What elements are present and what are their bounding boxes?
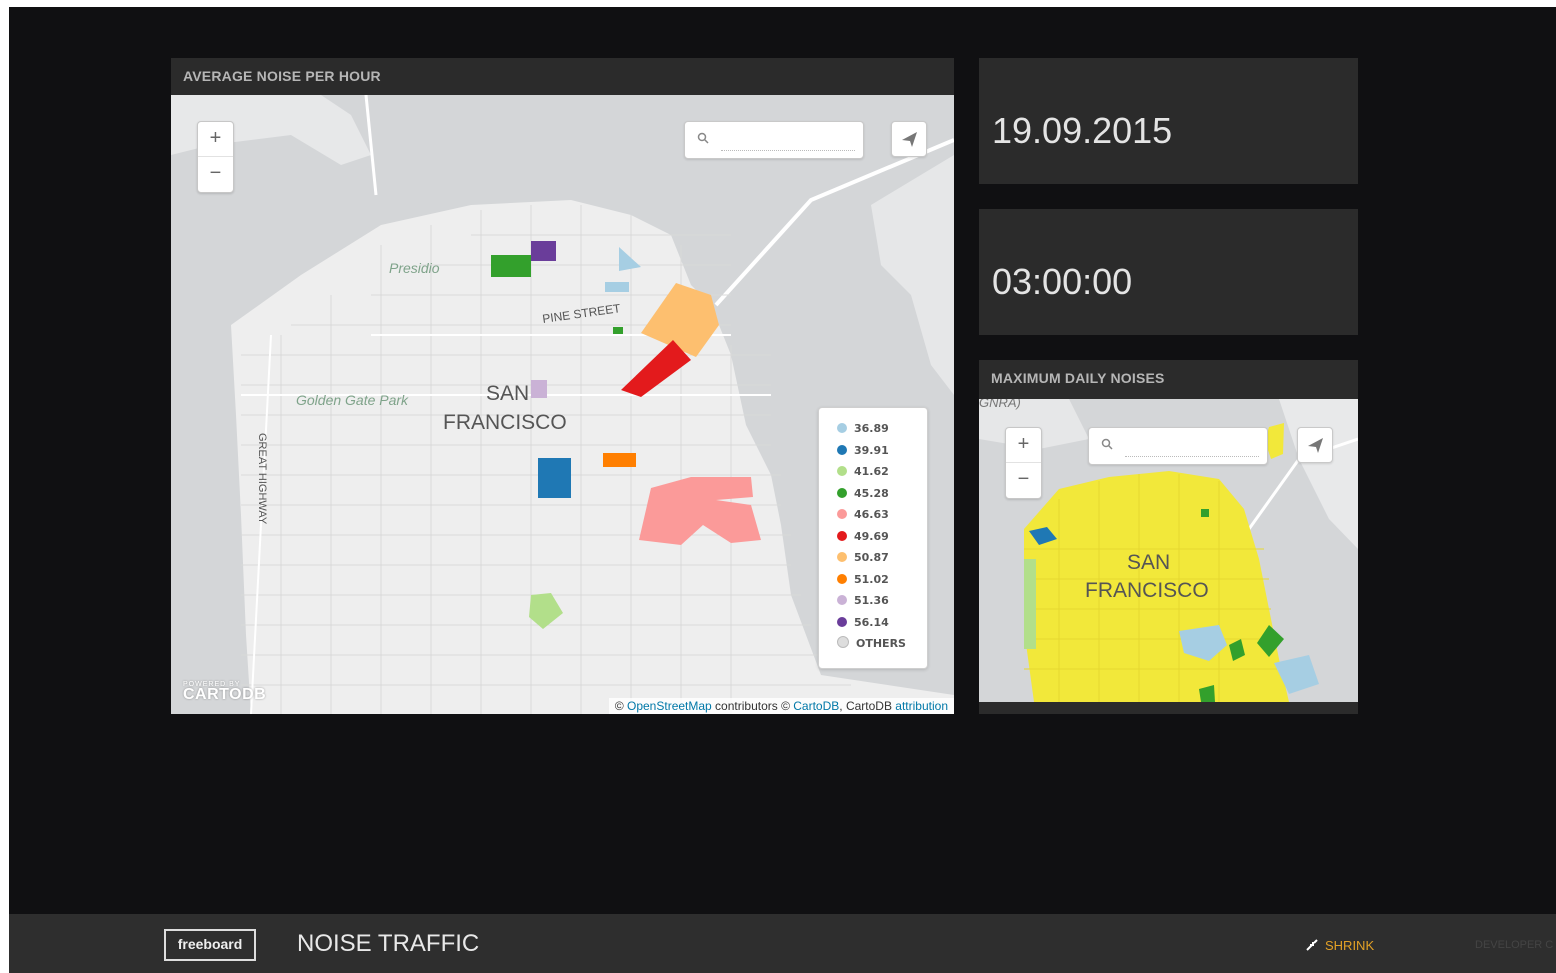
max-daily-pane: MAXIMUM DAILY NOISES GNRA) SAN FRANCISCO…	[979, 360, 1358, 714]
attribution-link[interactable]: attribution	[895, 699, 948, 713]
legend-item: 45.28	[837, 483, 909, 505]
legend-item: 46.63	[837, 504, 909, 526]
map-label-francisco: FRANCISCO	[443, 411, 567, 434]
search-icon	[697, 132, 709, 144]
time-value: 03:00:00	[992, 261, 1133, 302]
zoom-control: + −	[197, 121, 234, 193]
legend-swatch	[837, 466, 847, 476]
noise-area	[1024, 559, 1036, 649]
zoom-in-button[interactable]: +	[198, 122, 233, 157]
legend-item: 56.14	[837, 612, 909, 634]
legend-item: 49.69	[837, 526, 909, 548]
dashboard-title[interactable]: NOISE TRAFFIC	[297, 930, 479, 958]
locate-icon	[902, 132, 917, 147]
legend-swatch	[837, 509, 847, 519]
map-label-san: SAN	[486, 382, 529, 405]
dashboard: AVERAGE NOISE PER HOUR Presidio PINE STR…	[9, 7, 1556, 973]
legend-label: 45.28	[854, 486, 889, 500]
legend-label: 56.14	[854, 615, 889, 629]
legend-swatch	[837, 423, 847, 433]
date-pane: 19.09.2015	[979, 58, 1358, 184]
legend-swatch	[837, 552, 847, 562]
legend-swatch	[837, 616, 847, 627]
legend-label: 51.36	[854, 594, 889, 607]
legend-swatch	[837, 444, 847, 455]
legend-item: OTHERS	[837, 633, 909, 655]
golden-gate-bridge	[364, 95, 378, 196]
legend-item: 36.89	[837, 418, 909, 440]
search-input[interactable]	[1125, 436, 1259, 457]
time-pane: 03:00:00	[979, 209, 1358, 335]
legend-label: 49.69	[854, 529, 889, 543]
zoom-in-button[interactable]: +	[1006, 428, 1041, 463]
map-legend: 36.89 39.91 41.62 45.28 46.63 49.69 50.87 51.02…	[818, 407, 928, 669]
legend-label: 50.87	[854, 551, 889, 564]
search-icon	[1101, 438, 1113, 450]
noise-area	[538, 458, 571, 498]
noise-area	[491, 255, 531, 277]
average-noise-pane: AVERAGE NOISE PER HOUR Presidio PINE STR…	[171, 58, 954, 714]
noise-map[interactable]: Presidio PINE STREET Golden Gate Park SA…	[171, 95, 954, 714]
shrink-label: SHRINK	[1325, 938, 1375, 953]
legend-label: 39.91	[854, 443, 889, 457]
map-label-presidio: Presidio	[389, 260, 440, 276]
legend-swatch	[837, 530, 847, 541]
zoom-control: + −	[1005, 427, 1042, 499]
legend-item: 39.91	[837, 440, 909, 462]
noise-area	[603, 453, 636, 467]
legend-swatch	[837, 487, 847, 498]
noise-area	[1201, 509, 1209, 517]
map-label-francisco: FRANCISCO	[1085, 579, 1209, 602]
land-east	[871, 155, 954, 395]
cartodb-link[interactable]: CartoDB	[793, 699, 839, 713]
zoom-out-button[interactable]: −	[1006, 463, 1041, 498]
map-search	[684, 121, 864, 159]
legend-swatch	[837, 595, 847, 605]
legend-label: 41.62	[854, 465, 889, 478]
cartodb-logo[interactable]: POWERED BY CARTODB	[183, 681, 266, 704]
locate-button[interactable]	[891, 121, 927, 157]
legend-swatch	[837, 573, 847, 584]
noise-area	[531, 380, 547, 398]
legend-list: 36.89 39.91 41.62 45.28 46.63 49.69 50.87 51.02…	[837, 418, 909, 655]
map-search	[1088, 427, 1268, 465]
openstreetmap-link[interactable]: OpenStreetMap	[627, 699, 712, 713]
legend-label: 51.02	[854, 572, 889, 586]
shrink-button[interactable]: SHRINK	[1305, 938, 1374, 953]
map-label-gnra: GNRA)	[979, 399, 1021, 410]
map-attribution: © OpenStreetMap contributors © CartoDB, …	[608, 698, 954, 714]
locate-icon	[1308, 438, 1323, 453]
legend-item: 50.87	[837, 547, 909, 569]
max-noise-map[interactable]: GNRA) SAN FRANCISCO + −	[979, 399, 1358, 702]
legend-swatch	[837, 636, 849, 648]
pane-title: AVERAGE NOISE PER HOUR	[171, 58, 954, 95]
locate-button[interactable]	[1297, 427, 1333, 463]
freeboard-logo[interactable]: freeboard	[164, 929, 256, 961]
legend-label: 36.89	[854, 422, 889, 435]
legend-item: 41.62	[837, 461, 909, 483]
map-label-san: SAN	[1127, 551, 1170, 574]
date-value: 19.09.2015	[992, 110, 1173, 151]
legend-label: 46.63	[854, 508, 889, 521]
legend-item: 51.02	[837, 569, 909, 591]
footer-bar: freeboard NOISE TRAFFIC SHRINK DEVELOPER…	[9, 914, 1556, 973]
search-input[interactable]	[721, 130, 855, 151]
noise-area	[613, 327, 623, 334]
legend-label: OTHERS	[856, 637, 906, 650]
noise-area	[531, 241, 556, 261]
developer-console-link[interactable]: DEVELOPER C	[1475, 939, 1553, 951]
noise-area	[605, 282, 629, 292]
shrink-icon	[1306, 939, 1318, 951]
land-east	[1279, 399, 1358, 549]
map-label-great-highway: GREAT HIGHWAY	[256, 433, 268, 525]
legend-item: 51.36	[837, 590, 909, 612]
pane-title: MAXIMUM DAILY NOISES	[979, 360, 1358, 397]
map-label-golden-gate-park: Golden Gate Park	[296, 392, 409, 408]
zoom-out-button[interactable]: −	[198, 157, 233, 192]
